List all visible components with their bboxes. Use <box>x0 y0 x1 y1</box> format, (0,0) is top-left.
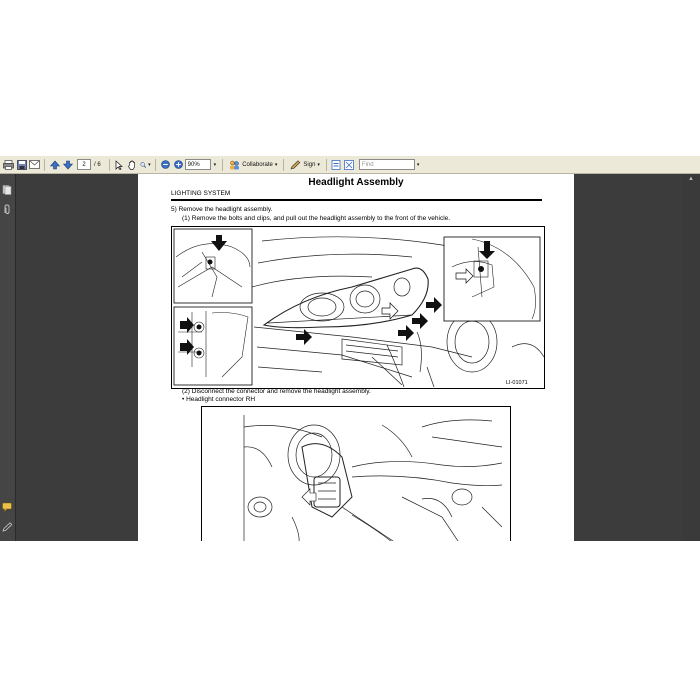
page-total: / 6 <box>94 161 101 168</box>
toolbar-divider <box>222 158 224 171</box>
signatures-panel-icon[interactable] <box>2 519 13 532</box>
toolbar-divider <box>325 158 327 171</box>
attachments-panel-icon[interactable] <box>2 201 12 214</box>
scroll-up-arrow-icon[interactable]: ▲ <box>688 176 694 182</box>
page-number-input[interactable]: 2 <box>77 159 91 170</box>
toolbar: 2 / 6 ▾ 90% ▾ Collaborate ▾ Sign ▾ Find … <box>0 156 700 174</box>
sign-button[interactable]: Sign ▾ <box>290 159 320 170</box>
toolbar-divider <box>108 158 110 171</box>
headlight-line-drawing: LI-01071 <box>173 228 545 388</box>
collaborate-label: Collaborate <box>242 161 273 168</box>
save-icon[interactable] <box>16 158 27 171</box>
sign-label: Sign <box>303 161 316 168</box>
next-page-icon[interactable] <box>62 158 73 171</box>
collaborate-icon <box>230 160 240 169</box>
toolbar-divider <box>283 158 285 171</box>
pdf-viewer-window: 2 / 6 ▾ 90% ▾ Collaborate ▾ Sign ▾ Find … <box>0 156 700 541</box>
document-title: Headlight Assembly <box>308 177 404 188</box>
pages-panel-icon[interactable] <box>2 182 12 195</box>
figure-id: LI-01071 <box>506 380 528 386</box>
comments-panel-icon[interactable] <box>2 499 12 513</box>
previous-page-icon[interactable] <box>49 158 60 171</box>
find-dropdown-arrow-icon[interactable]: ▾ <box>417 162 420 168</box>
toolbar-divider <box>154 158 156 171</box>
full-screen-icon[interactable] <box>344 158 355 171</box>
zoom-out-icon[interactable] <box>160 158 171 171</box>
collaborate-button[interactable]: Collaborate ▾ <box>229 160 277 170</box>
zoom-in-icon[interactable] <box>173 158 184 171</box>
headlight-connector-illustration <box>201 406 511 541</box>
substep-text: (2) Disconnect the connector and remove … <box>182 388 371 395</box>
navigation-sidebar <box>0 174 16 541</box>
select-tool-icon[interactable] <box>114 158 125 171</box>
step-text: 5) Remove the headlight assembly. <box>171 206 273 213</box>
email-icon[interactable] <box>29 158 40 171</box>
pen-icon <box>290 159 301 169</box>
print-icon[interactable] <box>3 158 14 171</box>
zoom-level-field[interactable]: 90% <box>184 159 211 170</box>
substep-text: (1) Remove the bolts and clips, and pull… <box>182 215 451 222</box>
zoom-dropdown-arrow-icon[interactable]: ▾ <box>214 162 217 168</box>
hand-tool-icon[interactable] <box>127 158 138 171</box>
toolbar-divider <box>44 158 45 171</box>
section-header: LIGHTING SYSTEM <box>171 190 231 197</box>
zoom-tool-icon[interactable]: ▾ <box>140 158 151 171</box>
headlight-removal-illustration: LI-01071 <box>171 226 545 389</box>
find-input[interactable]: Find <box>358 159 415 170</box>
document-page: Headlight Assembly LIGHTING SYSTEM 5) Re… <box>138 174 574 541</box>
bullet-text: • Headlight connector RH <box>182 396 256 403</box>
header-rule <box>171 199 542 201</box>
fit-page-icon[interactable] <box>331 158 342 171</box>
vertical-scrollbar[interactable]: ▲ <box>683 174 700 541</box>
connector-line-drawing <box>243 415 503 541</box>
